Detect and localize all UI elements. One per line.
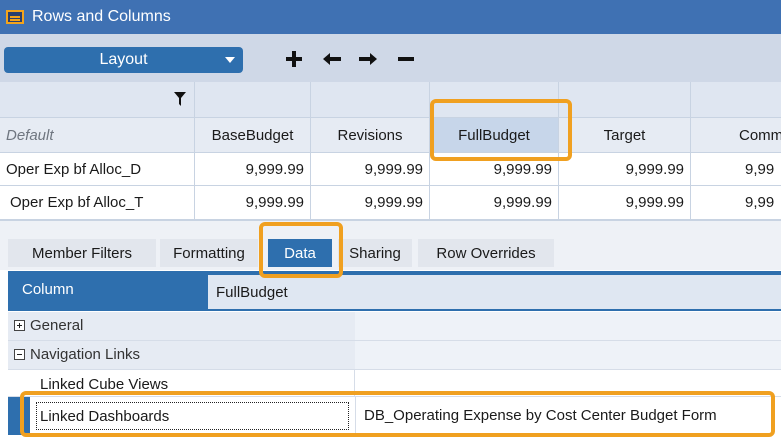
property-tabs: Member Filters Formatting Data Sharing R… — [0, 220, 781, 270]
layout-label: Layout — [99, 51, 148, 68]
data-cell[interactable]: 9,999.99 — [195, 186, 311, 220]
expand-plus-icon[interactable] — [14, 320, 25, 331]
header-spacer — [691, 82, 781, 118]
data-cell[interactable]: 9,99 — [691, 186, 781, 220]
category-navigation-links[interactable]: Navigation Links — [8, 341, 781, 370]
minus-icon[interactable] — [394, 48, 418, 70]
plus-icon[interactable] — [282, 48, 306, 70]
default-label: Default — [0, 118, 195, 153]
chevron-down-icon — [225, 57, 235, 63]
category-label: General — [30, 317, 84, 334]
property-name: Linked Cube Views — [40, 376, 169, 393]
tab-row-overrides[interactable]: Row Overrides — [418, 239, 554, 267]
row-header[interactable]: Oper Exp bf Alloc_T — [0, 186, 195, 220]
filter-header-cell[interactable] — [0, 82, 195, 118]
data-cell[interactable]: 9,999.99 — [311, 153, 430, 186]
property-name-cell: Linked Cube Views — [30, 370, 355, 396]
header-spacer — [195, 82, 311, 118]
arrow-right-icon[interactable] — [356, 48, 380, 70]
title-bar: Rows and Columns — [0, 0, 781, 34]
header-spacer — [559, 82, 691, 118]
row-selector — [8, 397, 30, 435]
category-label-cell: General — [8, 312, 355, 340]
property-name-cell: Linked Dashboards — [30, 397, 355, 435]
property-value: DB_Operating Expense by Cost Center Budg… — [364, 407, 717, 424]
tab-formatting[interactable]: Formatting — [160, 239, 258, 267]
tab-member-filters[interactable]: Member Filters — [8, 239, 156, 267]
column-name-field[interactable]: FullBudget — [208, 275, 781, 309]
collapse-minus-icon[interactable] — [14, 349, 25, 360]
data-cell[interactable]: 9,999.99 — [311, 186, 430, 220]
tab-sharing[interactable]: Sharing — [338, 239, 412, 267]
category-label: Navigation Links — [30, 346, 141, 363]
data-cell[interactable]: 9,999.99 — [559, 186, 691, 220]
data-cell[interactable]: 9,999.99 — [430, 186, 559, 220]
column-header-target[interactable]: Target — [559, 118, 691, 153]
window-title: Rows and Columns — [32, 8, 171, 25]
column-header-basebudget[interactable]: BaseBudget — [195, 118, 311, 153]
arrow-left-icon[interactable] — [320, 48, 344, 70]
column-header-fullbudget[interactable]: FullBudget — [430, 118, 559, 153]
layout-dropdown[interactable]: Layout — [4, 47, 243, 73]
row-header[interactable]: Oper Exp bf Alloc_D — [0, 153, 195, 186]
tab-data[interactable]: Data — [268, 239, 332, 267]
filter-icon[interactable] — [174, 92, 186, 106]
cube-view-icon — [6, 10, 24, 24]
column-header-comments[interactable]: Commen — [691, 118, 781, 153]
data-cell[interactable]: 9,999.99 — [430, 153, 559, 186]
toolbar: Layout — [0, 34, 781, 82]
data-cell[interactable]: 9,999.99 — [195, 153, 311, 186]
column-property-header: Column FullBudget — [8, 271, 781, 311]
column-label: Column — [22, 281, 74, 298]
header-spacer — [311, 82, 430, 118]
property-value-cell[interactable]: DB_Operating Expense by Cost Center Budg… — [355, 397, 781, 435]
category-value-cell — [355, 341, 781, 369]
property-name: Linked Dashboards — [36, 402, 349, 430]
property-grid: Column FullBudget General Navigation Lin… — [0, 270, 781, 440]
category-value-cell — [355, 312, 781, 340]
column-header-revisions[interactable]: Revisions — [311, 118, 430, 153]
data-cell[interactable]: 9,999.99 — [559, 153, 691, 186]
category-label-cell: Navigation Links — [8, 341, 355, 369]
cube-view-grid: Default BaseBudget Revisions FullBudget … — [0, 82, 781, 220]
header-spacer — [430, 82, 559, 118]
property-row[interactable]: Linked Cube Views — [8, 370, 781, 397]
property-value-cell[interactable] — [355, 370, 781, 396]
property-row-selected[interactable]: Linked Dashboards DB_Operating Expense b… — [8, 397, 781, 435]
category-general[interactable]: General — [8, 312, 781, 341]
data-cell[interactable]: 9,99 — [691, 153, 781, 186]
